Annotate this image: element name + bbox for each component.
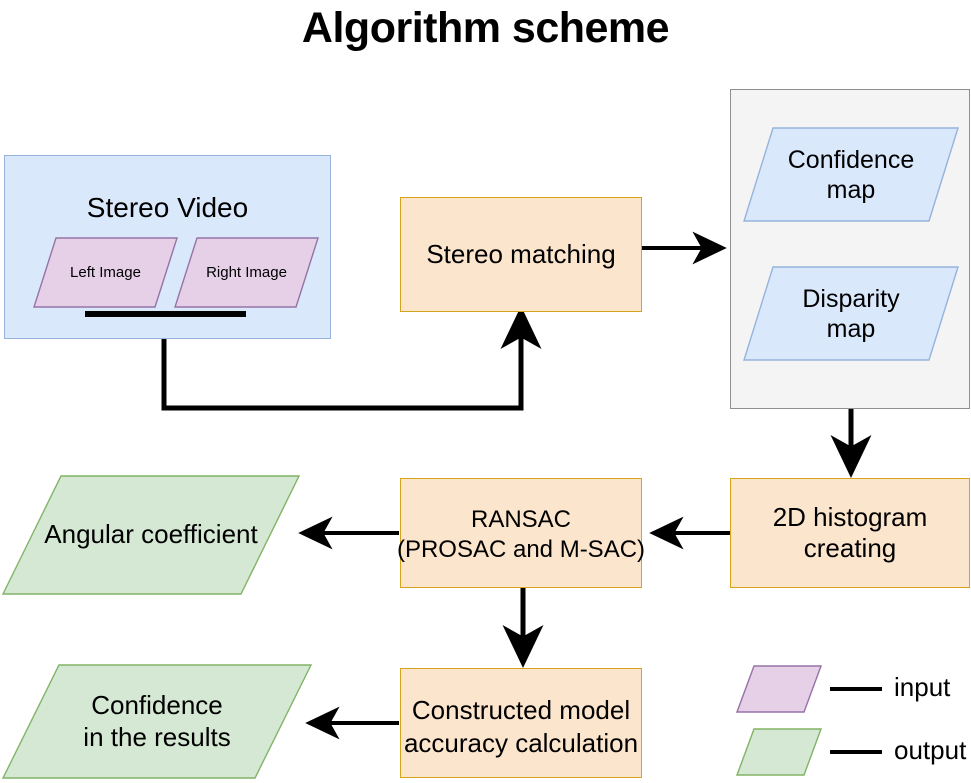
legend-input-dash xyxy=(830,687,882,691)
angular-coefficient-shape xyxy=(2,475,300,595)
node-stereo-matching-label: Stereo matching xyxy=(426,239,616,270)
node-histogram[interactable]: 2D histogram creating xyxy=(730,478,970,588)
node-histogram-line1: 2D histogram xyxy=(772,502,928,533)
node-right-image[interactable]: Right Image xyxy=(174,237,319,308)
right-image-shape xyxy=(174,237,319,308)
node-accuracy-line1: Constructed model xyxy=(411,695,631,725)
node-ransac-line1: RANSAC xyxy=(470,506,572,533)
node-confidence-map[interactable]: Confidence map xyxy=(743,127,959,222)
legend-input-label: input xyxy=(894,672,951,702)
legend-input-swatch xyxy=(736,665,822,713)
stereo-baseline-bar xyxy=(85,311,246,317)
node-left-image[interactable]: Left Image xyxy=(33,237,178,308)
node-disparity-map[interactable]: Disparity map xyxy=(743,266,959,361)
legend-output-label: output xyxy=(894,735,967,765)
node-ransac-label: RANSAC (PROSAC and M-SAC) xyxy=(380,505,662,565)
legend-output-dash xyxy=(830,750,882,754)
legend-output-swatch xyxy=(736,728,822,776)
left-image-shape xyxy=(33,237,178,308)
confidence-map-shape xyxy=(743,127,959,222)
node-angular-coefficient[interactable]: Angular coefficient xyxy=(2,475,300,595)
diagram-canvas: Algorithm scheme Stereo Video Left Image… xyxy=(0,0,971,779)
page-title: Algorithm scheme xyxy=(301,4,670,52)
node-confidence-results[interactable]: Confidence in the results xyxy=(2,664,312,779)
node-histogram-line2: creating xyxy=(803,533,897,563)
disparity-map-shape xyxy=(743,266,959,361)
legend-item-output: output xyxy=(736,728,966,783)
confidence-results-shape xyxy=(2,664,312,779)
node-accuracy-label: Constructed model accuracy calculation xyxy=(393,694,649,759)
legend-item-input: input xyxy=(736,665,966,720)
node-accuracy-line2: accuracy calculation xyxy=(403,727,639,758)
node-ransac-line2: (PROSAC and M-SAC) xyxy=(396,536,646,563)
node-stereo-video-label: Stereo Video xyxy=(86,192,249,223)
node-stereo-matching[interactable]: Stereo matching xyxy=(400,197,642,312)
